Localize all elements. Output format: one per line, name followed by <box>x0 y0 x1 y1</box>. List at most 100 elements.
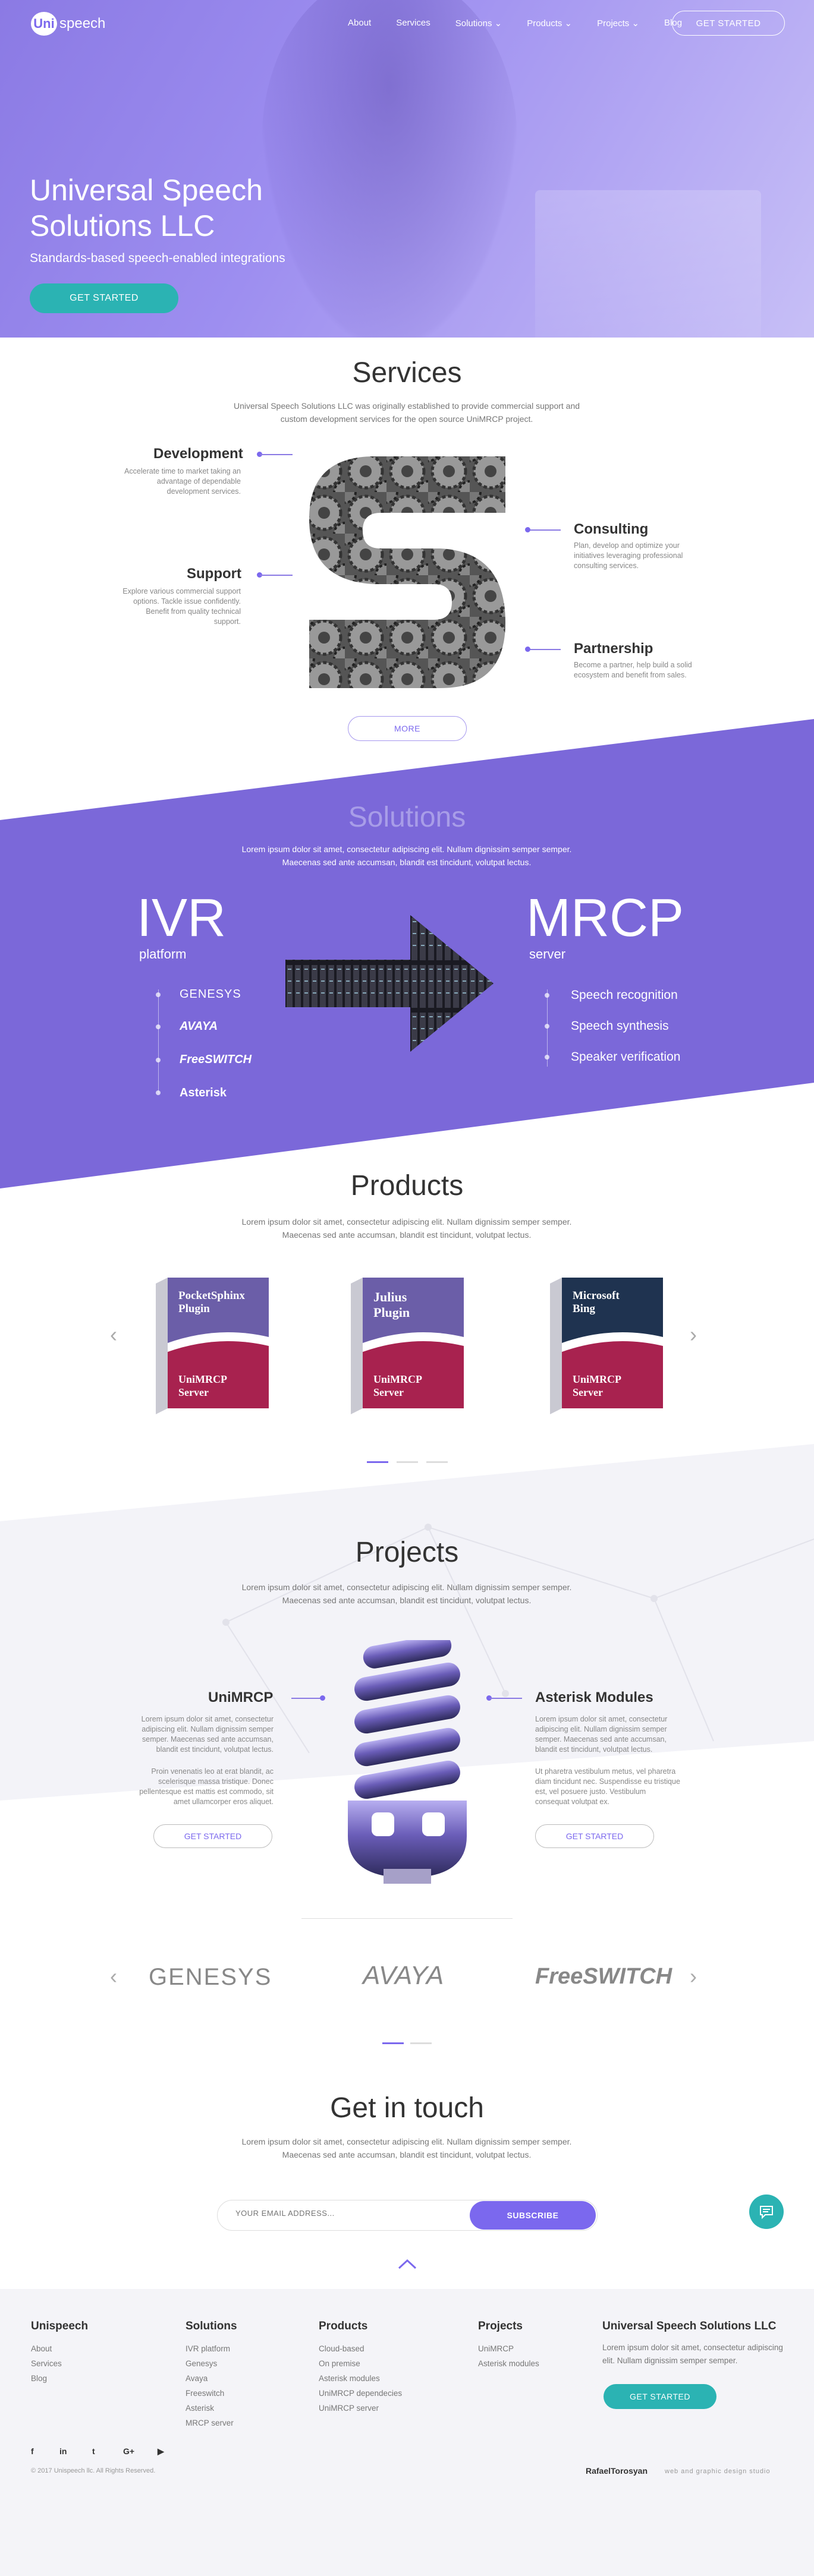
products-lede: Lorem ipsum dolor sit amet, consectetur … <box>241 1217 572 1240</box>
footer-col-projects-links: UniMRCP Asterisk modules <box>478 2341 539 2371</box>
service-dot <box>525 647 530 652</box>
hero-title: Universal Speech Solutions LLC <box>30 174 263 242</box>
subscribe-button[interactable]: SUBSCRIBE <box>470 2201 596 2230</box>
nav-item-services[interactable]: Services <box>396 18 430 29</box>
feature-speech-recognition: Speech recognition <box>571 988 678 1002</box>
email-field[interactable] <box>235 2209 461 2218</box>
footer-col-solutions-links: IVR platform Genesys Avaya Freeswitch As… <box>186 2341 234 2430</box>
footer-get-started-button[interactable]: GET STARTED <box>604 2384 716 2409</box>
credit-subtitle: web and graphic design studio <box>665 2468 771 2475</box>
chat-button[interactable] <box>749 2195 784 2229</box>
gears-s-illustration <box>309 456 505 688</box>
linkedin-icon[interactable]: in <box>59 2446 67 2456</box>
service-support-text: Explore various commercial support optio… <box>122 587 241 626</box>
partner-logo-genesys: GENESYS <box>149 1964 272 1990</box>
footer-link[interactable]: Asterisk modules <box>478 2356 539 2371</box>
scroll-top-chevron-up-icon[interactable] <box>397 2258 417 2270</box>
footer-link[interactable]: UniMRCP dependecies <box>319 2386 402 2401</box>
facebook-icon[interactable]: f <box>31 2446 34 2456</box>
youtube-icon[interactable]: ▶ <box>158 2446 164 2457</box>
partners-prev-arrow[interactable]: ‹ <box>110 1964 117 1989</box>
service-support-title: Support <box>187 566 241 582</box>
nav-item-about[interactable]: About <box>348 18 371 29</box>
footer-col-unispeech-links: About Services Blog <box>31 2341 62 2386</box>
footer-link[interactable]: Asterisk <box>186 2401 234 2416</box>
hero-desk-photo <box>535 190 761 338</box>
nav-item-solutions[interactable]: Solutions ⌄ <box>455 18 502 29</box>
footer-link[interactable]: IVR platform <box>186 2341 234 2356</box>
project-asterisk-get-started-button[interactable]: GET STARTED <box>535 1824 654 1848</box>
partners-pager-dot[interactable] <box>410 2042 432 2044</box>
service-development-text: Accelerate time to market taking an adva… <box>124 467 241 496</box>
ivr-list-line <box>158 989 159 1093</box>
product-box-server: UniMRCP Server <box>573 1373 621 1398</box>
logo-text: speech <box>59 15 106 31</box>
list-bullet <box>545 993 549 998</box>
feature-speech-synthesis: Speech synthesis <box>571 1019 669 1033</box>
partners-pager-dot-active[interactable] <box>382 2042 404 2044</box>
list-bullet <box>545 1055 549 1060</box>
google-plus-icon[interactable]: G+ <box>123 2446 134 2456</box>
hero-subtitle: Standards-based speech-enabled integrati… <box>30 251 285 265</box>
hero-get-started-button[interactable]: GET STARTED <box>30 283 178 313</box>
partner-logo-avaya: AVAYA <box>363 1961 444 1990</box>
footer-link[interactable]: Cloud-based <box>319 2341 402 2356</box>
footer-col-products-links: Cloud-based On premise Asterisk modules … <box>319 2341 402 2416</box>
product-box-julius[interactable]: Julius Plugin UniMRCP Server <box>351 1278 464 1414</box>
server-arrow-illustration <box>285 915 494 1052</box>
footer-link[interactable]: Avaya <box>186 2371 234 2386</box>
service-connector <box>528 529 561 531</box>
project-unimrcp-text-1: Lorem ipsum dolor sit amet, consectetur … <box>141 1715 274 1754</box>
partner-logo-freeswitch: FreeSWITCH <box>535 1964 672 1989</box>
partners-next-arrow[interactable]: › <box>690 1964 697 1989</box>
service-consulting-title: Consulting <box>574 521 649 537</box>
footer-link[interactable]: UniMRCP server <box>319 2401 402 2416</box>
header-get-started-button[interactable]: GET STARTED <box>672 11 785 36</box>
product-box-bing[interactable]: Microsoft Bing UniMRCP Server <box>550 1278 663 1414</box>
project-asterisk-text-1: Lorem ipsum dolor sit amet, consectetur … <box>535 1715 668 1754</box>
products-next-arrow[interactable]: › <box>690 1322 697 1347</box>
footer-link[interactable]: About <box>31 2341 62 2356</box>
project-unimrcp-get-started-button[interactable]: GET STARTED <box>153 1824 272 1848</box>
footer-link[interactable]: Asterisk modules <box>319 2371 402 2386</box>
mrcp-subheading: server <box>529 947 566 961</box>
footer-company-text: Lorem ipsum dolor sit amet, consectetur … <box>602 2343 783 2365</box>
contact-title: Get in touch <box>330 2092 484 2124</box>
projects-title: Projects <box>355 1537 459 1568</box>
ivr-subheading: platform <box>139 947 187 961</box>
nav-item-projects[interactable]: Projects ⌄ <box>597 18 639 29</box>
product-box-server: UniMRCP Server <box>373 1373 422 1398</box>
footer-link[interactable]: UniMRCP <box>478 2341 539 2356</box>
list-bullet <box>545 1024 549 1029</box>
products-prev-arrow[interactable]: ‹ <box>110 1322 117 1347</box>
footer-link[interactable]: On premise <box>319 2356 402 2371</box>
mrcp-heading: MRCP <box>526 888 684 948</box>
solutions-title: Solutions <box>348 802 466 833</box>
footer-link[interactable]: Services <box>31 2356 62 2371</box>
products-title: Products <box>350 1170 464 1202</box>
service-partnership-text: Become a partner, help build a solid eco… <box>574 661 692 679</box>
footer-link[interactable]: Blog <box>31 2371 62 2386</box>
copyright: © 2017 Unispeech llc. All Rights Reserve… <box>31 2467 156 2474</box>
product-box-pocketsphinx[interactable]: PocketSphinx Plugin UniMRCP Server <box>156 1278 269 1414</box>
service-partnership-title: Partnership <box>574 641 653 657</box>
services-lede: Universal Speech Solutions LLC was origi… <box>233 401 580 424</box>
twitter-icon[interactable]: t <box>92 2446 95 2456</box>
logo[interactable]: Uni speech <box>31 12 105 36</box>
footer-link[interactable]: Freeswitch <box>186 2386 234 2401</box>
project-dot <box>320 1695 325 1701</box>
credit-name[interactable]: RafaelTorosyan <box>586 2466 648 2476</box>
contact-lede: Lorem ipsum dolor sit amet, consectetur … <box>241 2137 572 2159</box>
footer-company-title: Universal Speech Solutions LLC <box>602 2320 777 2332</box>
nav-item-products[interactable]: Products ⌄ <box>527 18 572 29</box>
feature-speaker-verification: Speaker verification <box>571 1050 681 1064</box>
footer: Unispeech About Services Blog Solutions … <box>0 2289 814 2576</box>
brand-genesys: GENESYS <box>180 988 241 1001</box>
footer-link[interactable]: MRCP server <box>186 2416 234 2430</box>
service-connector <box>528 649 561 650</box>
footer-link[interactable]: Genesys <box>186 2356 234 2371</box>
service-dot <box>525 527 530 532</box>
logo-badge: Uni <box>31 12 57 36</box>
list-bullet <box>156 1058 161 1062</box>
product-box-server: UniMRCP Server <box>178 1373 227 1398</box>
